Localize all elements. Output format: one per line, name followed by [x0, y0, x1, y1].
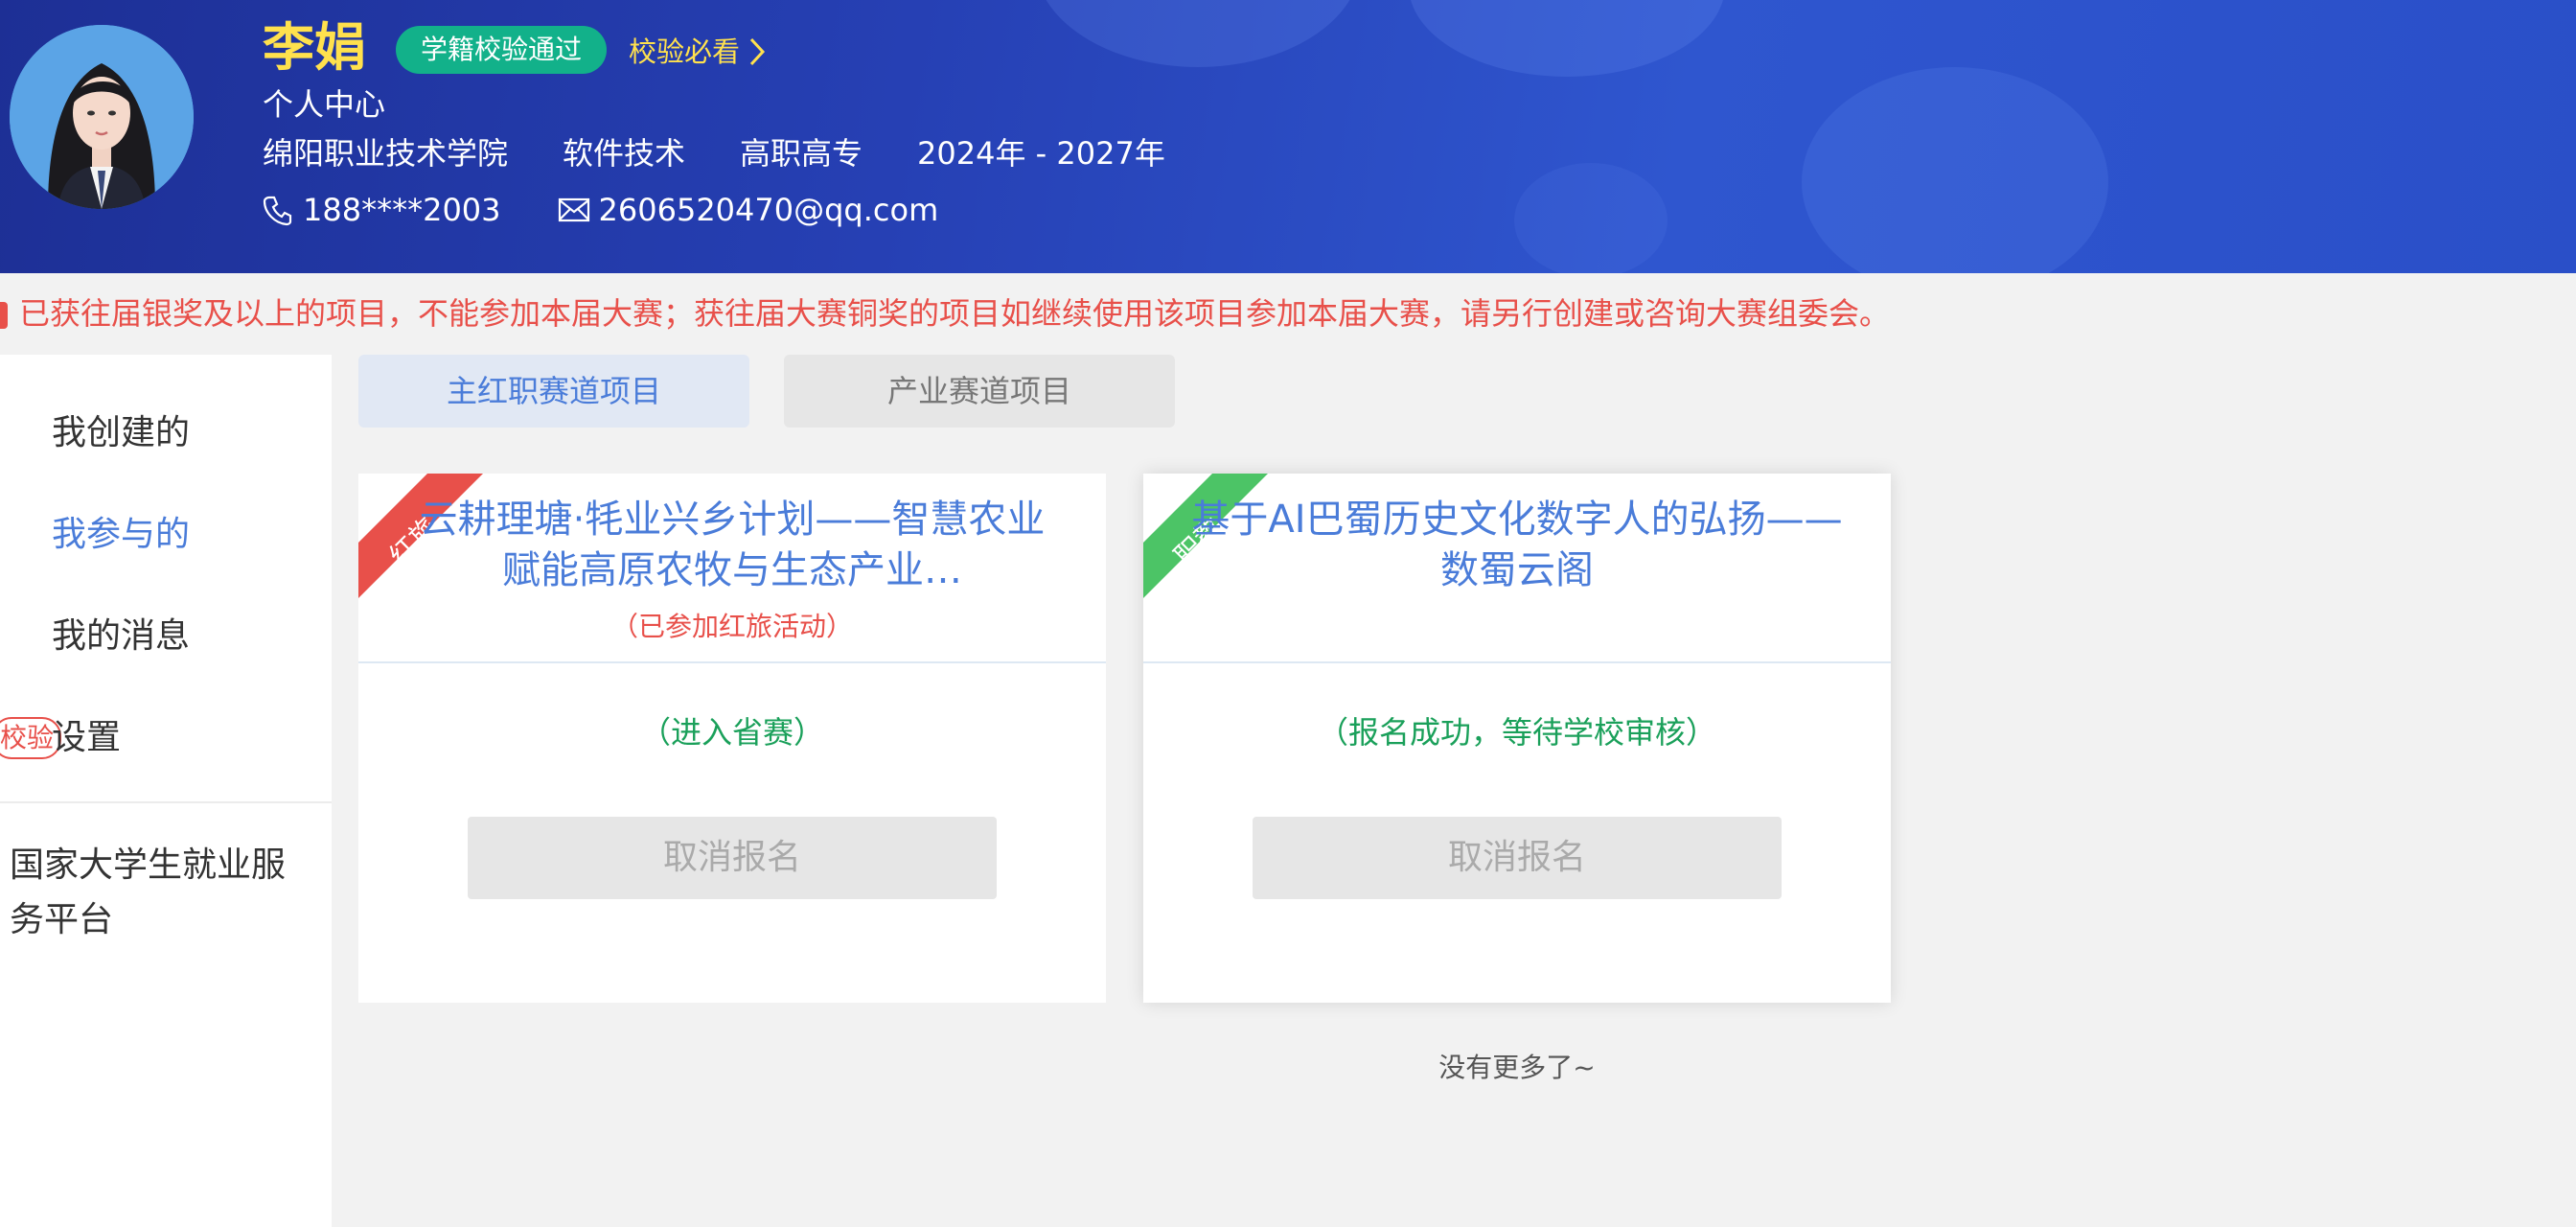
list-end-text: 没有更多了~	[1438, 1052, 1596, 1083]
decor-blob	[1802, 67, 2108, 273]
sidebar-link-employment-platform[interactable]: 国家大学生就业服务平台	[10, 838, 316, 947]
chevron-right-icon	[749, 37, 766, 66]
cancel-registration-button[interactable]: 取消报名	[468, 817, 997, 899]
mail-icon	[558, 197, 589, 222]
sidebar: 我创建的 我参与的 我的消息 校验 设置 国家大学生就业服务平台	[0, 355, 332, 1227]
profile-header: 李娟 学籍校验通过 校验必看 个人中心 绵阳职业技术学院 软件技术 高职高专 2…	[0, 0, 2576, 273]
cancel-registration-button[interactable]: 取消报名	[1253, 817, 1782, 899]
sidebar-item-settings[interactable]: 设置	[52, 715, 121, 761]
project-title[interactable]: 基于AI巴蜀历史文化数字人的弘扬——数蜀云阁	[1191, 495, 1843, 596]
study-period: 2024年 - 2027年	[917, 135, 1165, 172]
education-info: 绵阳职业技术学院 软件技术 高职高专 2024年 - 2027年	[263, 132, 1220, 174]
phone-icon	[263, 196, 292, 226]
email-address: 2606520470@qq.com	[598, 192, 939, 228]
project-status: （进入省赛）	[639, 714, 824, 751]
card-divider	[358, 661, 1106, 663]
notice-text: 已获往届银奖及以上的项目，不能参加本届大赛；获往届大赛铜奖的项目如继续使用该项目…	[19, 295, 1891, 332]
tab-industry-track[interactable]: 产业赛道项目	[784, 355, 1175, 428]
card-divider	[1143, 661, 1891, 663]
tab-main-track[interactable]: 主红职赛道项目	[358, 355, 749, 428]
phone-number: 188****2003	[303, 192, 501, 228]
sidebar-item-participated[interactable]: 我参与的	[52, 512, 190, 558]
user-name: 李娟	[263, 17, 366, 78]
project-note: （已参加红旅活动）	[610, 611, 853, 642]
page-subtitle: 个人中心	[263, 86, 386, 123]
sidebar-item-created[interactable]: 我创建的	[52, 410, 190, 456]
decor-blob	[1035, 0, 1361, 67]
sidebar-item-messages[interactable]: 我的消息	[52, 614, 190, 660]
school-name: 绵阳职业技术学院	[263, 135, 509, 172]
must-see-label: 校验必看	[629, 35, 741, 68]
decor-blob	[1514, 163, 1668, 273]
major-name: 软件技术	[563, 135, 686, 172]
decor-blob	[1409, 0, 1725, 77]
project-card[interactable]: 红旅 云耕理塘·牦业兴乡计划——智慧农业赋能高原农牧与生态产业… （已参加红旅活…	[358, 474, 1106, 1003]
project-title[interactable]: 云耕理塘·牦业兴乡计划——智慧农业赋能高原农牧与生态产业…	[406, 495, 1058, 596]
notice-marker	[0, 302, 8, 329]
contact-info: 188****2003 2606520470@qq.com	[261, 188, 938, 232]
verify-status-badge: 学籍校验通过	[396, 26, 608, 74]
must-see-link[interactable]: 校验必看	[629, 33, 769, 71]
sidebar-divider	[0, 801, 332, 803]
project-card[interactable]: 职教 基于AI巴蜀历史文化数字人的弘扬——数蜀云阁 （报名成功，等待学校审核） …	[1143, 474, 1891, 1003]
avatar[interactable]	[10, 25, 194, 209]
notice-banner: 已获往届银奖及以上的项目，不能参加本届大赛；获往届大赛铜奖的项目如继续使用该项目…	[0, 288, 2576, 339]
education-level: 高职高专	[740, 135, 863, 172]
project-status: （报名成功，等待学校审核）	[1317, 714, 1716, 751]
